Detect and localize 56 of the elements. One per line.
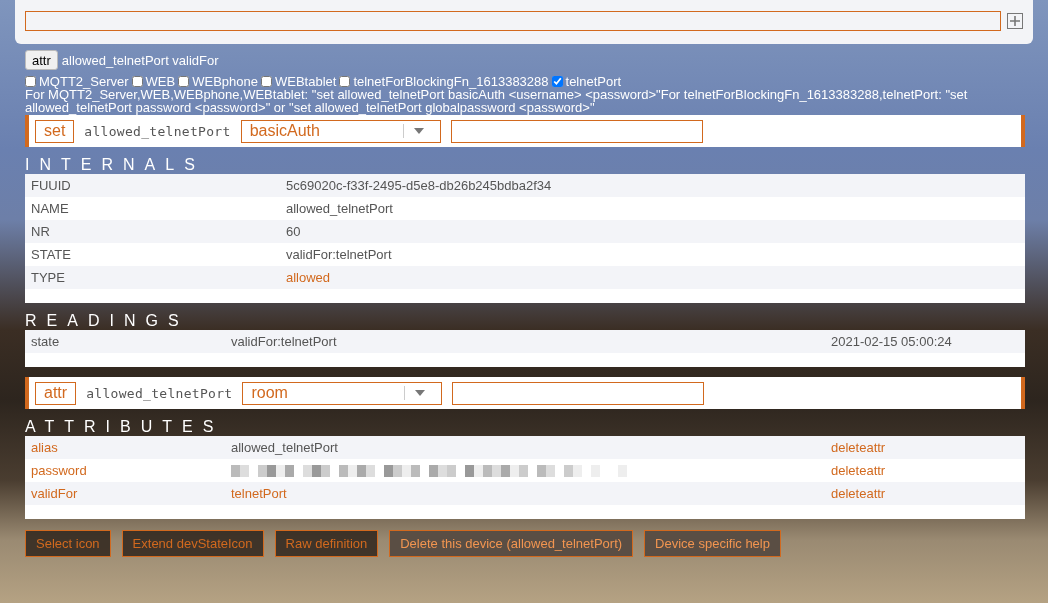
option-label: telnetPort: [565, 74, 622, 89]
attribute-link[interactable]: alias: [31, 440, 231, 455]
option-label: WEBphone: [192, 74, 258, 89]
option-label: MQTT2_Server: [39, 74, 129, 89]
option-label: telnetForBlockingFn_1613383288: [353, 74, 549, 89]
internal-name: FUUID: [31, 178, 72, 193]
section-title: INTERNALS: [25, 157, 206, 174]
internal-value: 5c69020c-f33f-2495-d5e8-db26b245bdba2f34: [286, 178, 553, 193]
option-checkbox[interactable]: [178, 76, 190, 87]
action-button[interactable]: Delete this device (allowed_telnetPort): [389, 530, 634, 557]
option-checkbox[interactable]: [551, 76, 563, 87]
option-checkbox[interactable]: [260, 76, 272, 87]
reading-value: validFor:telnetPort: [231, 334, 338, 349]
add-icon[interactable]: [1007, 13, 1023, 29]
internal-name: NR: [31, 224, 51, 239]
help-text: For MQTT2_Server,WEB,WEBphone,WEBtablet: "set allowed_telnetPort basicAuth <username> <password>"For telnetForBlockingFn_1613383288,telnetPort: "set allowed_telnetPort password <password>" or "set allowed_telnetPort globalpassword <password>": [25, 88, 969, 114]
section-title: ATTRIBUTES: [25, 419, 225, 436]
value-link[interactable]: telnetPort: [231, 486, 831, 501]
option-label: WEB: [145, 74, 176, 89]
caret-icon[interactable]: [415, 390, 426, 396]
section-title: READINGS: [25, 313, 190, 330]
command-input-field[interactable]: [25, 11, 1001, 31]
command-dropdown[interactable]: basicAuth: [240, 119, 441, 143]
attr-button[interactable]: attr: [25, 50, 58, 70]
action-button[interactable]: Extend devStateIcon: [121, 530, 264, 557]
command-button[interactable]: set: [35, 119, 75, 143]
value-input-field[interactable]: [450, 119, 703, 143]
option-checkbox[interactable]: [131, 76, 143, 87]
delete-attribute-link[interactable]: deleteattr: [831, 463, 1025, 478]
command-dropdown[interactable]: room: [242, 381, 443, 405]
attribute-name: allowed_telnetPort validFor: [61, 52, 219, 68]
option-label: WEBtablet: [274, 74, 337, 89]
action-button[interactable]: Device specific help: [644, 530, 781, 557]
delete-attribute-link[interactable]: deleteattr: [831, 486, 1025, 501]
device-name: allowed_telnetPort: [84, 123, 231, 139]
option-checkbox[interactable]: [25, 76, 36, 87]
command-button[interactable]: attr: [35, 381, 77, 405]
internal-name: TYPE: [31, 270, 66, 285]
attribute-value: allowed_telnetPort: [231, 440, 339, 455]
attribute-link[interactable]: validFor: [31, 486, 231, 501]
attribute-link[interactable]: password: [31, 463, 231, 478]
device-name: allowed_telnetPort: [86, 385, 233, 401]
internal-value: 60: [286, 224, 302, 239]
type-link[interactable]: allowed: [286, 270, 1025, 285]
internal-name: STATE: [31, 247, 72, 262]
reading-timestamp: 2021-02-15 05:00:24: [831, 334, 953, 349]
action-button[interactable]: Raw definition: [274, 530, 379, 557]
internal-name: NAME: [31, 201, 70, 216]
caret-icon[interactable]: [413, 128, 424, 134]
internal-value: validFor:telnetPort: [286, 247, 393, 262]
action-button[interactable]: Select icon: [25, 530, 111, 557]
option-checkbox[interactable]: [339, 76, 351, 87]
value-input-field[interactable]: [452, 381, 705, 405]
internal-value: allowed_telnetPort: [286, 201, 394, 216]
delete-attribute-link[interactable]: deleteattr: [831, 440, 1025, 455]
reading-name: state: [31, 334, 61, 349]
